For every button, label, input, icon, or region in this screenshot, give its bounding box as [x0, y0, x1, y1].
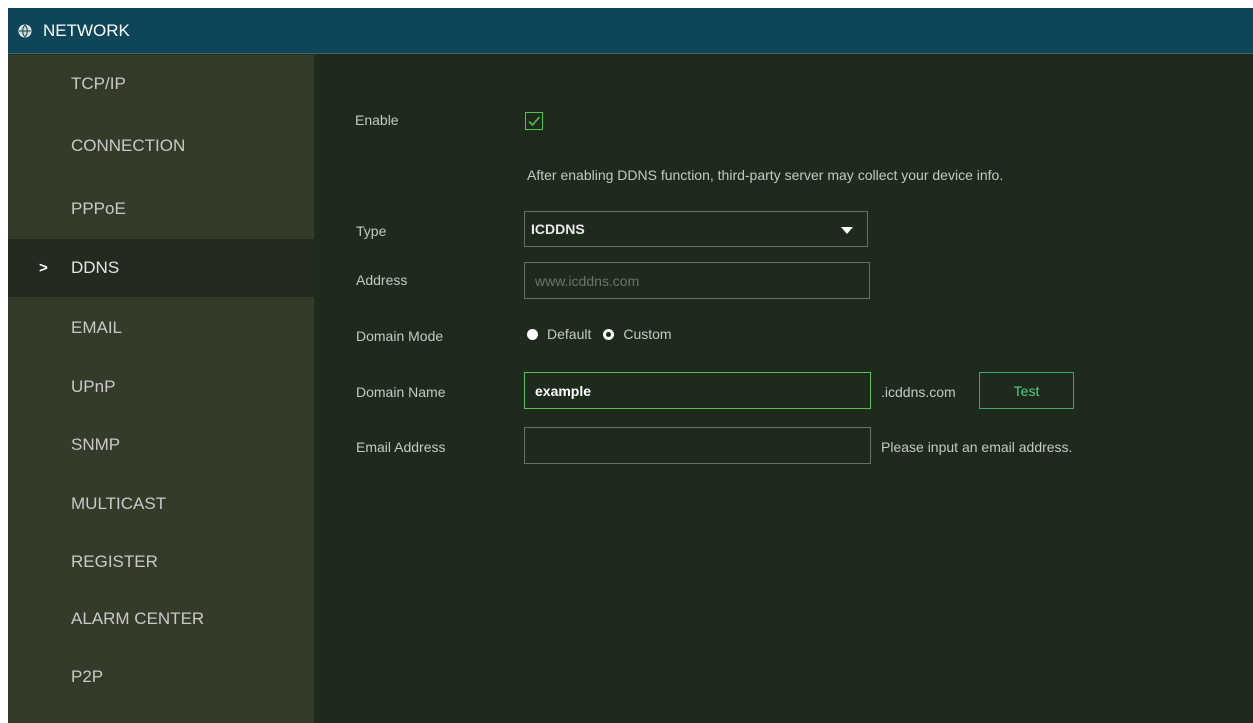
sidebar-item-pppoe[interactable]: PPPoE	[8, 180, 314, 238]
test-button[interactable]: Test	[979, 372, 1074, 409]
email-address-input[interactable]	[524, 427, 871, 464]
sidebar-item-ddns[interactable]: > DDNS	[8, 239, 314, 297]
sidebar-item-label: EMAIL	[71, 318, 123, 337]
radio-default[interactable]	[527, 328, 538, 340]
sidebar-item-label: ALARM CENTER	[71, 609, 205, 628]
email-hint: Please input an email address.	[881, 439, 1073, 455]
enable-label: Enable	[355, 112, 399, 128]
sidebar-item-upnp[interactable]: UPnP	[8, 358, 314, 416]
radio-custom[interactable]	[603, 328, 615, 340]
sidebar-item-label: P2P	[71, 667, 104, 686]
email-address-label: Email Address	[356, 439, 446, 455]
domain-mode-label: Domain Mode	[356, 328, 444, 344]
domain-name-input[interactable]	[524, 372, 871, 409]
sidebar-item-label: MULTICAST	[71, 494, 167, 513]
sidebar-item-label: SNMP	[71, 435, 121, 454]
domain-name-label: Domain Name	[356, 384, 446, 400]
chevron-right-icon: >	[39, 259, 48, 277]
window-title: NETWORK	[43, 20, 130, 40]
globe-icon	[18, 24, 32, 37]
radio-default-label: Default	[547, 326, 592, 342]
sidebar-item-snmp[interactable]: SNMP	[8, 416, 314, 474]
sidebar-item-label: REGISTER	[71, 552, 158, 571]
sidebar-item-label: UPnP	[71, 377, 116, 396]
title-bar: NETWORK	[8, 8, 1253, 54]
sidebar-item-label: TCP/IP	[71, 74, 126, 93]
address-label: Address	[356, 272, 408, 288]
type-select[interactable]: ICDDNS	[524, 211, 868, 247]
sidebar: TCP/IP CONNECTION PPPoE > DDNS EMAIL UPn…	[8, 55, 314, 723]
domain-suffix: .icddns.com	[881, 384, 956, 400]
ddns-settings-panel: Enable After enabling DDNS function, thi…	[314, 55, 1253, 723]
sidebar-item-label: PPPoE	[71, 199, 126, 218]
sidebar-item-label: DDNS	[71, 258, 120, 277]
sidebar-item-connection[interactable]: CONNECTION	[8, 117, 314, 175]
enable-checkbox[interactable]	[525, 112, 543, 130]
sidebar-item-p2p[interactable]: P2P	[8, 648, 314, 706]
sidebar-item-label: CONNECTION	[71, 136, 186, 155]
network-settings-window: NETWORK TCP/IP CONNECTION PPPoE > DDNS E…	[8, 8, 1253, 723]
type-select-value: ICDDNS	[531, 221, 585, 237]
type-label: Type	[356, 223, 387, 239]
sidebar-item-alarm-center[interactable]: ALARM CENTER	[8, 590, 314, 648]
ddns-notice: After enabling DDNS function, third-part…	[527, 167, 1004, 183]
sidebar-item-tcpip[interactable]: TCP/IP	[8, 55, 314, 113]
dropdown-arrow-icon	[841, 227, 853, 234]
sidebar-item-multicast[interactable]: MULTICAST	[8, 475, 314, 533]
checkmark-icon	[528, 116, 541, 127]
domain-mode-radio-group: Default Custom	[527, 326, 684, 342]
radio-custom-label: Custom	[623, 326, 672, 342]
address-input[interactable]	[524, 262, 870, 299]
sidebar-item-email[interactable]: EMAIL	[8, 299, 314, 357]
sidebar-item-register[interactable]: REGISTER	[8, 533, 314, 591]
